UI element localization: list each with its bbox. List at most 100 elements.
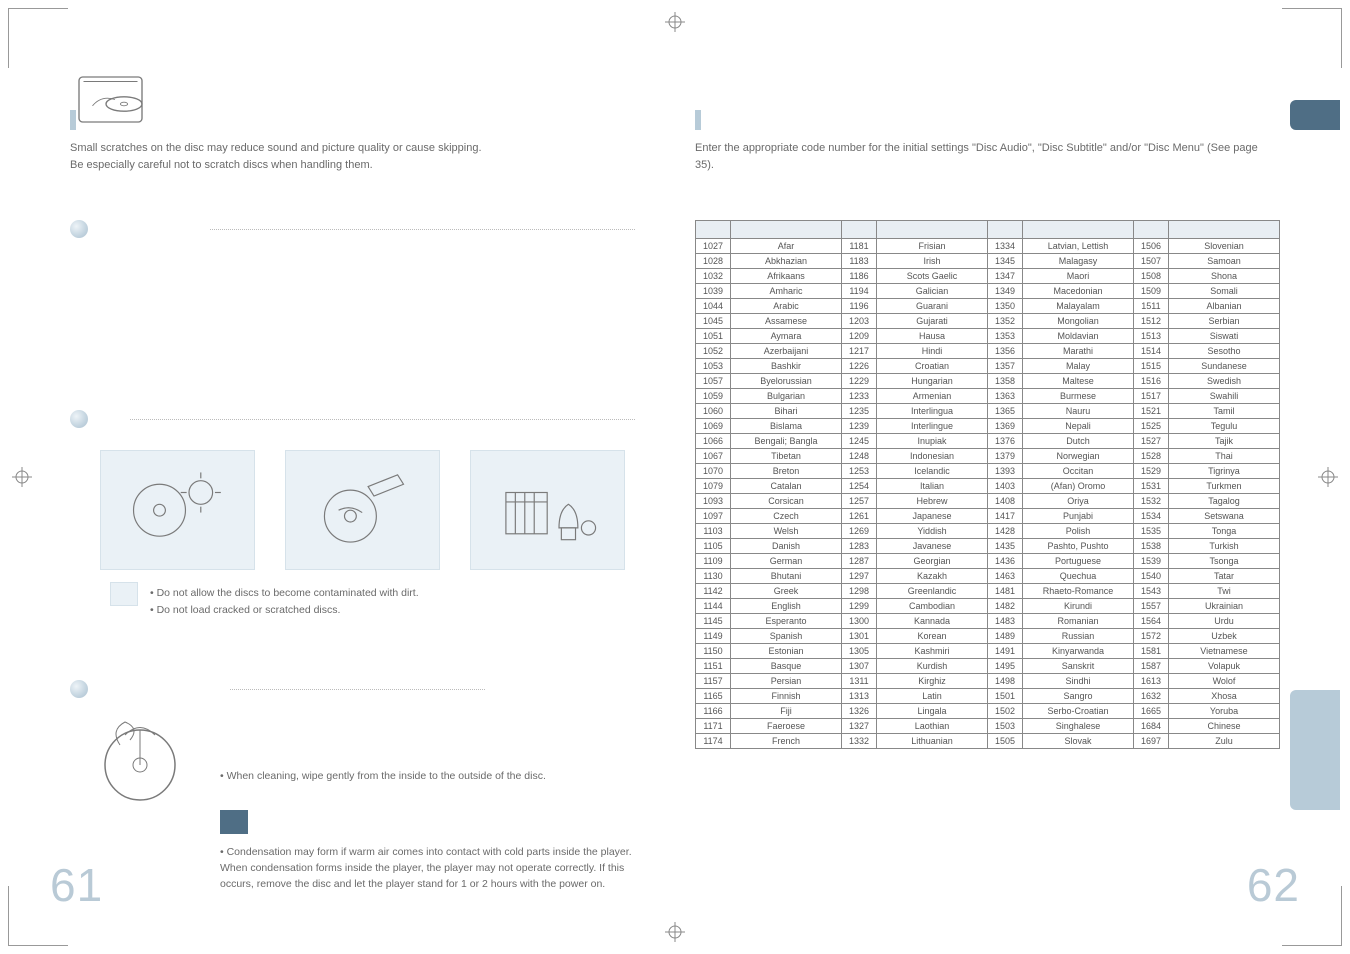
table-cell: Marathi [1023, 344, 1134, 359]
table-cell: Georgian [877, 554, 988, 569]
table-cell: 1463 [987, 569, 1022, 584]
bullet-text: • Do not load cracked or scratched discs… [150, 602, 625, 619]
table-cell: Bengali; Bangla [731, 434, 842, 449]
table-cell: 1257 [841, 494, 876, 509]
table-cell: Kurdish [877, 659, 988, 674]
table-cell: 1165 [696, 689, 731, 704]
table-cell: Slovak [1023, 734, 1134, 749]
table-cell: 1587 [1133, 659, 1168, 674]
table-cell: Romanian [1023, 614, 1134, 629]
caution-text: • Condensation may form if warm air come… [220, 845, 635, 892]
table-cell: 1144 [696, 599, 731, 614]
table-cell: Lithuanian [877, 734, 988, 749]
table-cell: 1298 [841, 584, 876, 599]
table-cell: 1067 [696, 449, 731, 464]
table-header-row [696, 221, 1280, 239]
table-row: 1130Bhutani1297Kazakh1463Quechua1540Tata… [696, 569, 1280, 584]
table-cell: 1103 [696, 524, 731, 539]
side-tab-icon [1290, 690, 1340, 810]
table-cell: 1093 [696, 494, 731, 509]
table-cell: Malay [1023, 359, 1134, 374]
table-cell: 1525 [1133, 419, 1168, 434]
table-cell: 1181 [841, 239, 876, 254]
cleaning-note: • When cleaning, wipe gently from the in… [220, 770, 625, 782]
table-cell: 1053 [696, 359, 731, 374]
table-cell: Tagalog [1168, 494, 1279, 509]
table-cell: Nepali [1023, 419, 1134, 434]
table-cell: Singhalese [1023, 719, 1134, 734]
table-cell: Sesotho [1168, 344, 1279, 359]
table-row: 1028Abkhazian1183Irish1345Malagasy1507Sa… [696, 254, 1280, 269]
table-cell: 1057 [696, 374, 731, 389]
table-row: 1079Catalan1254Italian1403(Afan) Oromo15… [696, 479, 1280, 494]
table-cell: Somali [1168, 284, 1279, 299]
no-chemicals-illustration [470, 450, 625, 570]
table-cell: 1039 [696, 284, 731, 299]
table-cell: Icelandic [877, 464, 988, 479]
table-cell: 1052 [696, 344, 731, 359]
table-cell: Volapuk [1168, 659, 1279, 674]
table-cell: 1070 [696, 464, 731, 479]
table-cell: Samoan [1168, 254, 1279, 269]
table-cell: Macedonian [1023, 284, 1134, 299]
table-cell: 1358 [987, 374, 1022, 389]
table-cell: 1345 [987, 254, 1022, 269]
table-cell: 1528 [1133, 449, 1168, 464]
table-cell: 1032 [696, 269, 731, 284]
table-cell: Tatar [1168, 569, 1279, 584]
table-cell: 1097 [696, 509, 731, 524]
table-cell: 1491 [987, 644, 1022, 659]
table-cell: 1229 [841, 374, 876, 389]
table-cell: 1166 [696, 704, 731, 719]
table-cell: 1051 [696, 329, 731, 344]
table-cell: Interlingue [877, 419, 988, 434]
table-cell: Sanskrit [1023, 659, 1134, 674]
table-row: 1045Assamese1203Gujarati1352Mongolian151… [696, 314, 1280, 329]
table-cell: 1356 [987, 344, 1022, 359]
right-intro-text: Enter the appropriate code number for th… [695, 140, 1270, 173]
table-cell: Punjabi [1023, 509, 1134, 524]
table-cell: 1509 [1133, 284, 1168, 299]
table-header [696, 221, 731, 239]
table-cell: 1393 [987, 464, 1022, 479]
table-cell: Kirundi [1023, 599, 1134, 614]
table-cell: 1529 [1133, 464, 1168, 479]
table-cell: French [731, 734, 842, 749]
page-number-right: 62 [1247, 858, 1300, 912]
table-cell: 1350 [987, 299, 1022, 314]
table-cell: 1217 [841, 344, 876, 359]
table-row: 1067Tibetan1248Indonesian1379Norwegian15… [696, 449, 1280, 464]
table-cell: 1502 [987, 704, 1022, 719]
table-cell: 1287 [841, 554, 876, 569]
table-cell: 1334 [987, 239, 1022, 254]
table-cell: 1209 [841, 329, 876, 344]
table-cell: 1538 [1133, 539, 1168, 554]
table-cell: 1283 [841, 539, 876, 554]
table-cell: 1515 [1133, 359, 1168, 374]
table-cell: 1066 [696, 434, 731, 449]
table-cell: 1028 [696, 254, 731, 269]
table-row: 1171Faeroese1327Laothian1503Singhalese16… [696, 719, 1280, 734]
table-cell: 1353 [987, 329, 1022, 344]
table-cell: Afrikaans [731, 269, 842, 284]
table-cell: 1505 [987, 734, 1022, 749]
table-row: 1060Bihari1235Interlingua1365Nauru1521Ta… [696, 404, 1280, 419]
table-cell: 1512 [1133, 314, 1168, 329]
table-row: 1149Spanish1301Korean1489Russian1572Uzbe… [696, 629, 1280, 644]
table-cell: Urdu [1168, 614, 1279, 629]
table-header [841, 221, 876, 239]
table-cell: Corsican [731, 494, 842, 509]
table-row: 1105Danish1283Javanese1435Pashto, Pushto… [696, 539, 1280, 554]
divider [210, 229, 635, 230]
bullet-text: • Do not allow the discs to become conta… [150, 585, 625, 602]
table-cell: 1027 [696, 239, 731, 254]
divider [130, 419, 635, 420]
table-cell: Afar [731, 239, 842, 254]
table-cell: Tonga [1168, 524, 1279, 539]
table-row: 1069Bislama1239Interlingue1369Nepali1525… [696, 419, 1280, 434]
table-cell: 1513 [1133, 329, 1168, 344]
note-icon [110, 582, 138, 606]
table-cell: 1514 [1133, 344, 1168, 359]
table-cell: 1253 [841, 464, 876, 479]
language-code-table: 1027Afar1181Frisian1334Latvian, Lettish1… [695, 220, 1280, 749]
